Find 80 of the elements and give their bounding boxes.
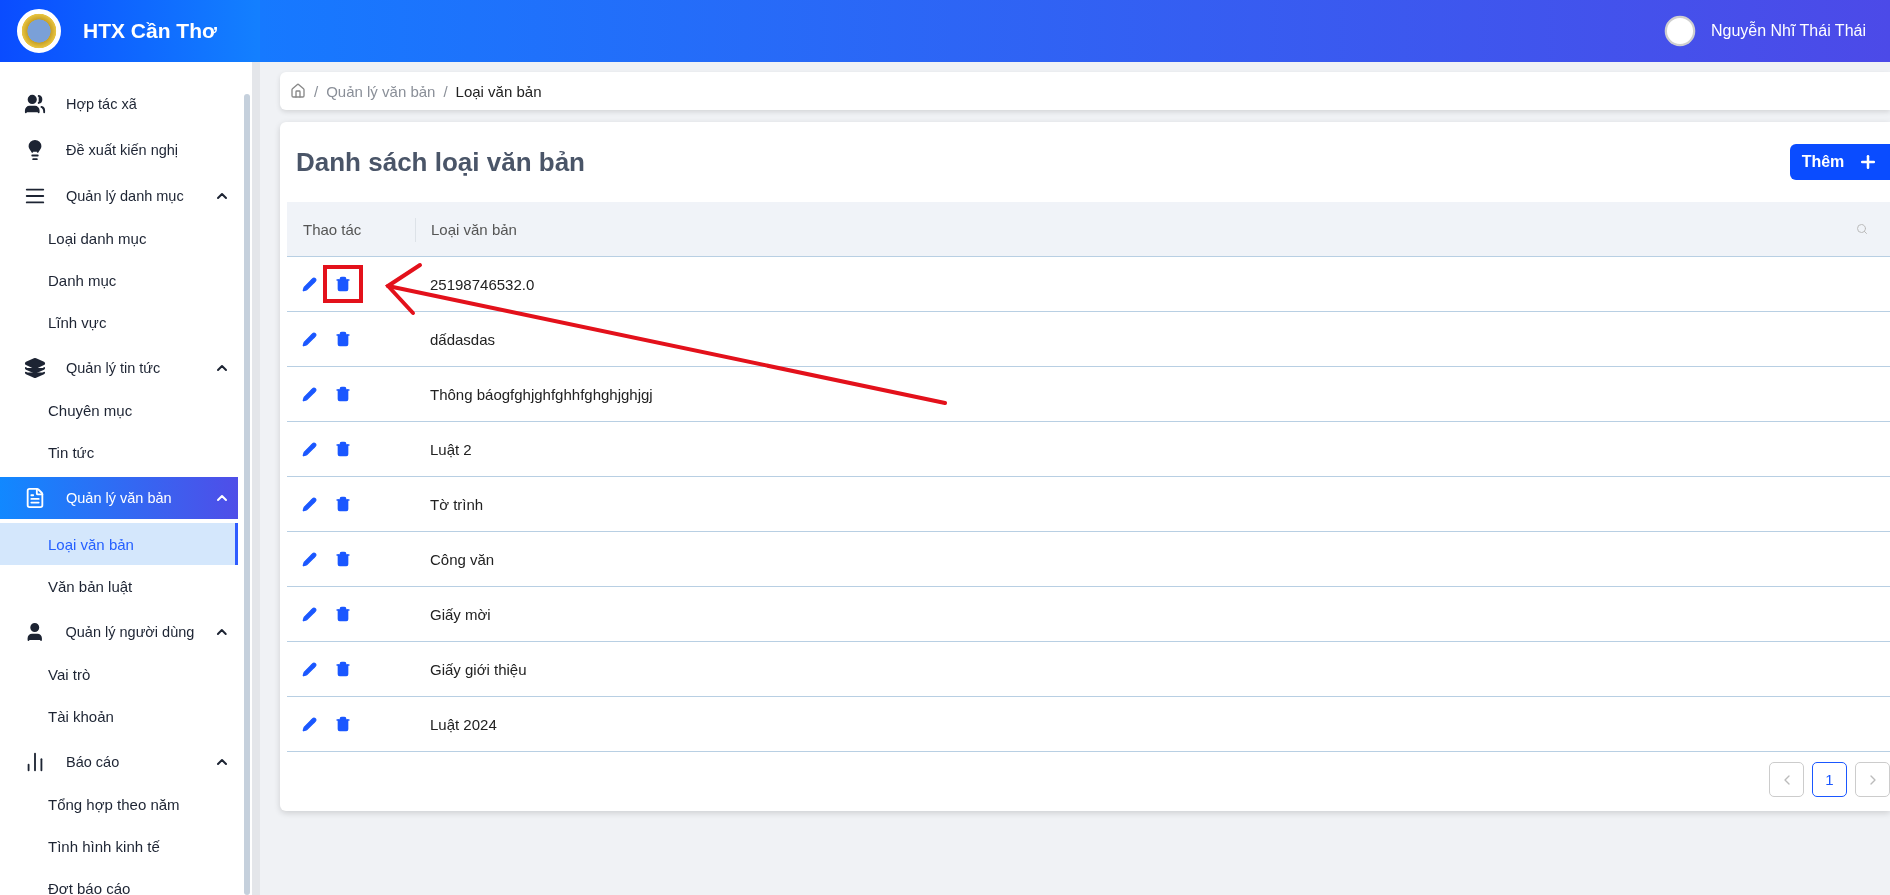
edit-button[interactable] — [302, 606, 317, 622]
trash-icon — [335, 661, 351, 677]
table-cell: Công văn — [415, 532, 1890, 587]
sidebar-subitem[interactable]: Đợt báo cáo — [0, 867, 238, 895]
trash-icon — [335, 716, 351, 732]
trash-icon — [335, 496, 351, 512]
page-button[interactable]: 1 — [1812, 762, 1847, 797]
sidebar-subitem[interactable]: Tin tức — [0, 431, 238, 473]
delete-button[interactable] — [335, 716, 351, 732]
avatar-icon[interactable] — [1662, 14, 1697, 48]
table-cell: Tờ trình — [415, 477, 1890, 532]
sidebar-item[interactable]: Báo cáo — [0, 741, 238, 783]
table-cell: Giấy mời — [415, 587, 1890, 642]
sidebar-subitem[interactable]: Chuyên mục — [0, 389, 238, 431]
delete-button[interactable] — [335, 331, 351, 347]
pencil-icon — [302, 496, 317, 512]
trash-icon — [335, 331, 351, 347]
breadcrumb-separator: / — [443, 82, 448, 100]
delete-button[interactable] — [335, 276, 351, 292]
sidebar-item[interactable]: Hợp tác xã — [0, 83, 238, 125]
table-cell: Luật 2024 — [415, 697, 1890, 752]
table-cell: dấdasdas — [415, 312, 1890, 367]
delete-button[interactable] — [335, 496, 351, 512]
delete-button[interactable] — [335, 606, 351, 622]
home-icon[interactable] — [290, 83, 306, 99]
pencil-icon — [302, 661, 317, 677]
delete-button[interactable] — [335, 551, 351, 567]
sidebar-subitem[interactable]: Loại văn bản — [0, 523, 238, 565]
trash-icon — [335, 551, 351, 567]
pencil-icon — [302, 276, 317, 292]
sidebar-subitem[interactable]: Danh mục — [0, 259, 238, 301]
delete-button[interactable] — [335, 661, 351, 677]
pencil-icon — [302, 441, 317, 457]
edit-button[interactable] — [302, 441, 317, 457]
people-icon — [24, 93, 46, 115]
sidebar-subitem[interactable]: Loại danh mục — [0, 217, 238, 259]
sidebar-item[interactable]: Quản lý văn bản — [0, 477, 238, 519]
pencil-icon — [302, 386, 317, 402]
edit-button[interactable] — [302, 551, 317, 567]
column-header: Loại văn bản — [415, 202, 1890, 257]
edit-button[interactable] — [302, 331, 317, 347]
trash-icon — [335, 441, 351, 457]
edit-button[interactable] — [302, 496, 317, 512]
edit-button[interactable] — [302, 276, 317, 292]
table-cell: Thông báogfghjghfghhfghghjghjgj — [415, 367, 1890, 422]
delete-button[interactable] — [335, 441, 351, 457]
user-name[interactable]: Nguyễn Nhĩ Thái Thái — [1710, 22, 1866, 40]
pencil-icon — [302, 606, 317, 622]
delete-button[interactable] — [335, 386, 351, 402]
pencil-icon — [302, 716, 317, 732]
sidebar-subitem[interactable]: Lĩnh vực — [0, 301, 238, 343]
table-cell: Luật 2 — [415, 422, 1890, 477]
breadcrumb-separator: / — [314, 82, 319, 100]
sidebar-subitem[interactable]: Vai trò — [0, 653, 238, 695]
trash-icon — [335, 386, 351, 402]
column-header: Thao tác — [287, 202, 415, 257]
table-cell: Giấy giới thiệu — [415, 642, 1890, 697]
edit-button[interactable] — [302, 716, 317, 732]
sidebar-subitem[interactable]: Tình hình kinh tế — [0, 825, 238, 867]
breadcrumb-current: Loại văn bản — [455, 82, 542, 100]
app-title: HTX Cần Thơ — [83, 19, 217, 43]
page-title: Danh sách loại văn bản — [296, 146, 585, 178]
edit-button[interactable] — [302, 386, 317, 402]
sidebar-subitem[interactable]: Tài khoản — [0, 695, 238, 737]
sidebar-item[interactable]: Đề xuất kiến nghị — [0, 129, 238, 171]
trash-icon — [335, 276, 351, 292]
table-cell: 25198746532.0 — [415, 257, 1890, 312]
add-button[interactable]: Thêm — [1790, 144, 1890, 180]
sidebar-item[interactable]: Quản lý tin tức — [0, 347, 238, 389]
layers-icon — [24, 357, 46, 379]
sidebar-item[interactable]: Quản lý danh mục — [0, 175, 238, 217]
pencil-icon — [302, 551, 317, 567]
pencil-icon — [302, 331, 317, 347]
trash-icon — [335, 606, 351, 622]
sidebar-subitem[interactable]: Văn bản luật — [0, 565, 238, 607]
sidebar-subitem[interactable]: Tổng hợp theo năm — [0, 783, 238, 825]
logo-icon — [17, 9, 61, 53]
sidebar-item[interactable]: Quản lý người dùng — [0, 611, 238, 653]
edit-button[interactable] — [302, 661, 317, 677]
document-icon — [24, 487, 46, 509]
